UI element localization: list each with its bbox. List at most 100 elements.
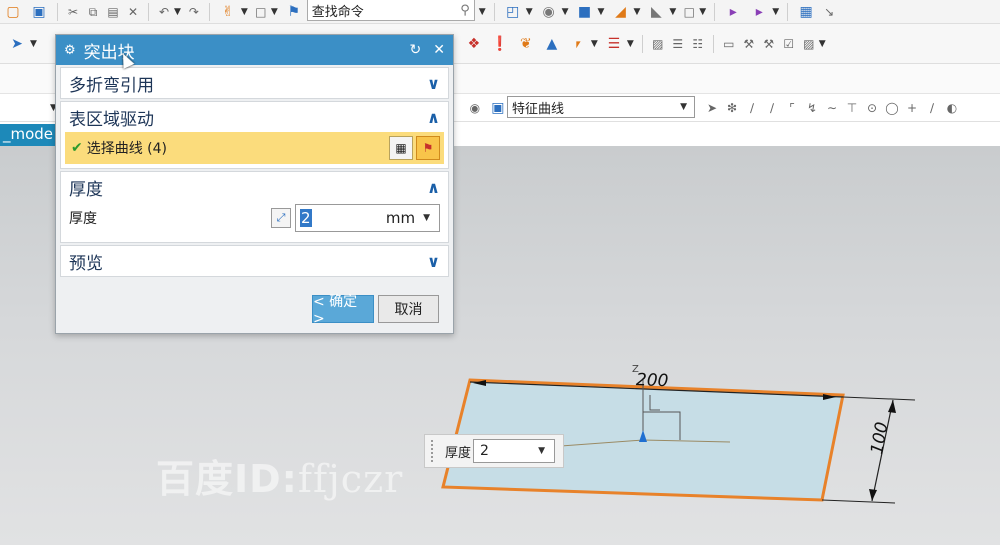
cancel-button[interactable]: 取消 [378, 295, 439, 323]
drag-handle[interactable] [431, 440, 437, 462]
save-icon[interactable]: ▣ [28, 2, 50, 22]
thickness-input[interactable]: 2 mm ▼ [295, 204, 440, 232]
hidden-edges-dropdown-icon[interactable]: ▼ [669, 7, 676, 17]
render-style-dropdown-icon[interactable]: ▼ [562, 7, 569, 17]
dialog-titlebar[interactable]: ⚙ 突出块 ↻ ✕ [56, 35, 453, 65]
curve-rule-icon[interactable]: ▦ [389, 136, 413, 160]
touch-mode-icon[interactable]: ✌ [217, 2, 239, 22]
window-icon[interactable]: □ [253, 2, 269, 22]
stack-icon[interactable]: ☷ [690, 34, 706, 54]
chevron-down-icon[interactable]: ▼ [423, 213, 430, 223]
snap-point-icon[interactable]: ▸ [722, 2, 744, 22]
tools-icon[interactable]: ⚒ [761, 34, 777, 54]
command-finder-icon[interactable]: ⚑ [283, 2, 305, 22]
flat-dropdown-icon[interactable]: ▼ [627, 39, 634, 49]
ok-button[interactable]: < 确定 > [312, 294, 374, 327]
snap-control-icon[interactable]: ⌜ [784, 98, 800, 118]
layers-icon[interactable]: ☰ [670, 34, 686, 54]
snap-intersect-icon[interactable]: ↯ [804, 98, 820, 118]
check-part-icon[interactable]: ☑ [781, 34, 797, 54]
thickness-onscreen-select[interactable]: 2 ▼ [473, 439, 556, 463]
chevron-up-icon[interactable]: ∧ [427, 178, 440, 197]
bracket-dropdown-icon[interactable]: ▼ [591, 39, 598, 49]
top-toolbar: ▢ ▣ ✂ ⧉ ▤ ✕ ↶ ▼ ↷ ✌ ▼ □ ▼ ⚑ 查找命令 ⚲ ▼ ◰ ▼… [0, 0, 1000, 24]
undo-dropdown-icon[interactable]: ▼ [174, 7, 181, 17]
dimple-icon[interactable]: ▲ [541, 34, 563, 54]
shaded-dropdown-icon[interactable]: ▼ [598, 7, 605, 17]
edge-display-icon[interactable]: ◢ [609, 2, 631, 22]
snap-point-on-icon[interactable]: ❇ [724, 98, 740, 118]
cut-icon[interactable]: ✂ [65, 2, 81, 22]
snap-toggle-icon[interactable]: ➤ [704, 98, 720, 118]
chevron-down-icon[interactable]: ∨ [427, 74, 440, 93]
edge-display-dropdown-icon[interactable]: ▼ [633, 7, 640, 17]
paste-icon[interactable]: ▤ [105, 2, 121, 22]
select-dropdown-icon[interactable]: ▼ [30, 39, 37, 49]
divider [493, 2, 495, 21]
gusset-icon[interactable]: ❖ [463, 34, 485, 54]
search-dropdown-icon[interactable]: ▼ [479, 7, 486, 17]
snap-quadrant-icon[interactable]: ◯ [884, 98, 900, 118]
chevron-up-icon[interactable]: ∧ [427, 108, 440, 127]
chevron-down-icon[interactable]: ∨ [427, 252, 440, 271]
open-icon[interactable]: ▢ [2, 2, 24, 22]
background-icon[interactable]: □ [681, 2, 697, 22]
search-icon[interactable]: ⚲ [460, 3, 470, 18]
snap-options-icon[interactable]: ▸ [748, 2, 770, 22]
thickness-unit[interactable]: mm [386, 209, 415, 227]
snap-dropdown-icon[interactable]: ▼ [772, 7, 779, 17]
redo-icon[interactable]: ↷ [186, 2, 202, 22]
divider [641, 34, 643, 53]
flat-pattern-icon[interactable]: ☰ [603, 34, 625, 54]
background-dropdown-icon[interactable]: ▼ [699, 7, 706, 17]
copy-icon[interactable]: ⧉ [85, 2, 101, 22]
snap-surface-icon[interactable]: ◐ [944, 98, 960, 118]
section-header-thickness[interactable]: 厚度 ∧ [61, 172, 448, 202]
snap-existing-icon[interactable]: + [904, 98, 920, 118]
command-search-input[interactable]: 查找命令 ⚲ [306, 0, 475, 21]
render-style-icon[interactable]: ◉ [538, 2, 560, 22]
snap-end-icon[interactable]: ∕ [744, 98, 760, 118]
shaded-icon[interactable]: ■ [574, 2, 596, 22]
reverse-direction-icon[interactable]: ⤢ [271, 208, 291, 228]
part-tab[interactable]: _mode [0, 124, 60, 146]
section-header-preview[interactable]: 预览 ∨ [61, 246, 448, 276]
snap-on-curve-icon[interactable]: ∕ [924, 98, 940, 118]
reset-icon[interactable]: ↻ [410, 42, 422, 58]
gear-icon[interactable]: ⚙ [64, 43, 76, 58]
bracket-icon[interactable]: ⎖ [567, 34, 589, 54]
fit-view-icon[interactable]: ◰ [502, 2, 524, 22]
snap-curve-icon[interactable]: ∼ [824, 98, 840, 118]
sketch-section-icon[interactable]: ⚑ [416, 136, 440, 160]
table-icon[interactable]: ▦ [795, 2, 817, 22]
window-dropdown-icon[interactable]: ▼ [271, 7, 278, 17]
section-header-bend-reference[interactable]: 多折弯引用 ∨ [61, 68, 448, 98]
part-tab-label: _mode [3, 125, 54, 143]
section-header-region-drive[interactable]: 表区域驱动 ∧ [61, 102, 448, 132]
close-icon[interactable]: ✕ [433, 42, 445, 58]
snap-mid-icon[interactable]: ∕ [764, 98, 780, 118]
delete-icon[interactable]: ✕ [125, 2, 141, 22]
text-label-icon[interactable]: ▨ [801, 34, 817, 54]
snap-center-icon[interactable]: ⊙ [864, 98, 880, 118]
select-body-icon[interactable]: ◉ [467, 98, 483, 118]
louver-icon[interactable]: ❦ [515, 34, 537, 54]
drawn-cutout-icon[interactable]: ❗ [489, 34, 511, 54]
export-flat-icon[interactable]: ▨ [650, 34, 666, 54]
hidden-edges-icon[interactable]: ◣ [645, 2, 667, 22]
section-region-drive: 表区域驱动 ∧ ✔ 选择曲线 (4) ▦ ⚑ [60, 101, 449, 169]
fit-view-dropdown-icon[interactable]: ▼ [526, 7, 533, 17]
more-tools-icon[interactable]: ↘ [821, 2, 837, 22]
snap-tangent-icon[interactable]: ⊤ [844, 98, 860, 118]
select-arrow-icon[interactable]: ➤ [6, 34, 28, 54]
select-curve-row[interactable]: ✔ 选择曲线 (4) ▦ ⚑ [65, 132, 444, 164]
text-label-dropdown-icon[interactable]: ▼ [819, 39, 826, 49]
touch-mode-dropdown-icon[interactable]: ▼ [241, 7, 248, 17]
undo-icon[interactable]: ↶ [156, 2, 172, 22]
note-icon[interactable]: ▭ [721, 34, 737, 54]
thickness-onscreen-input[interactable]: 厚度 2 ▼ [424, 434, 564, 468]
curve-rule-select[interactable]: 特征曲线 ▼ [507, 96, 695, 118]
check-icon: ✔ [71, 140, 83, 156]
hammer-icon[interactable]: ⚒ [741, 34, 757, 54]
select-face-icon[interactable]: ▣ [487, 98, 509, 118]
